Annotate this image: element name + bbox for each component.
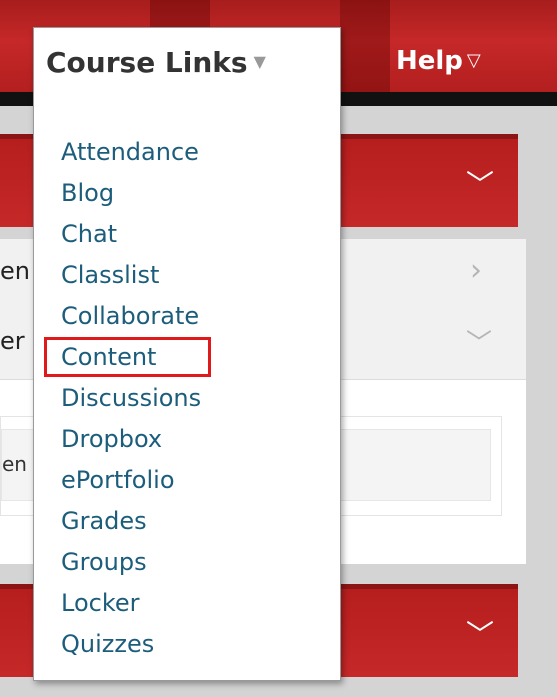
course-links-dropdown: Course Links ▼ Attendance Blog Chat Class…	[33, 27, 341, 681]
course-links-button[interactable]: Course Links ▼	[46, 46, 266, 79]
menu-item-classlist[interactable]: Classlist	[34, 255, 340, 296]
menu-item-quizzes[interactable]: Quizzes	[34, 624, 340, 665]
course-links-menu: Attendance Blog Chat Classlist Collabora…	[34, 132, 340, 665]
card-label: en	[2, 452, 27, 476]
chevron-right-icon[interactable]: ›	[470, 253, 482, 288]
chevron-down-icon[interactable]: ﹀	[466, 163, 494, 203]
menu-item-locker[interactable]: Locker	[34, 583, 340, 624]
banner-image	[340, 0, 390, 92]
menu-item-chat[interactable]: Chat	[34, 214, 340, 255]
list-item-label: en	[0, 257, 30, 285]
menu-item-content[interactable]: Content	[34, 337, 340, 378]
menu-item-blog[interactable]: Blog	[34, 173, 340, 214]
menu-item-collaborate[interactable]: Collaborate	[34, 296, 340, 337]
menu-item-dropbox[interactable]: Dropbox	[34, 419, 340, 460]
menu-item-eportfolio[interactable]: ePortfolio	[34, 460, 340, 501]
menu-item-attendance[interactable]: Attendance	[34, 132, 340, 173]
caret-down-icon: ▼	[253, 52, 266, 71]
chevron-down-icon[interactable]: ﹀	[466, 613, 494, 653]
help-menu-button[interactable]: Help ▽	[396, 46, 481, 76]
course-links-label: Course Links	[46, 46, 248, 79]
menu-item-discussions[interactable]: Discussions	[34, 378, 340, 419]
highlight-box: Content	[43, 337, 212, 377]
caret-down-icon: ▽	[466, 50, 481, 71]
list-item-label: er	[0, 327, 25, 355]
chevron-down-icon[interactable]: ﹀	[466, 323, 492, 360]
menu-item-grades[interactable]: Grades	[34, 501, 340, 542]
help-label: Help	[396, 46, 463, 76]
menu-item-groups[interactable]: Groups	[34, 542, 340, 583]
